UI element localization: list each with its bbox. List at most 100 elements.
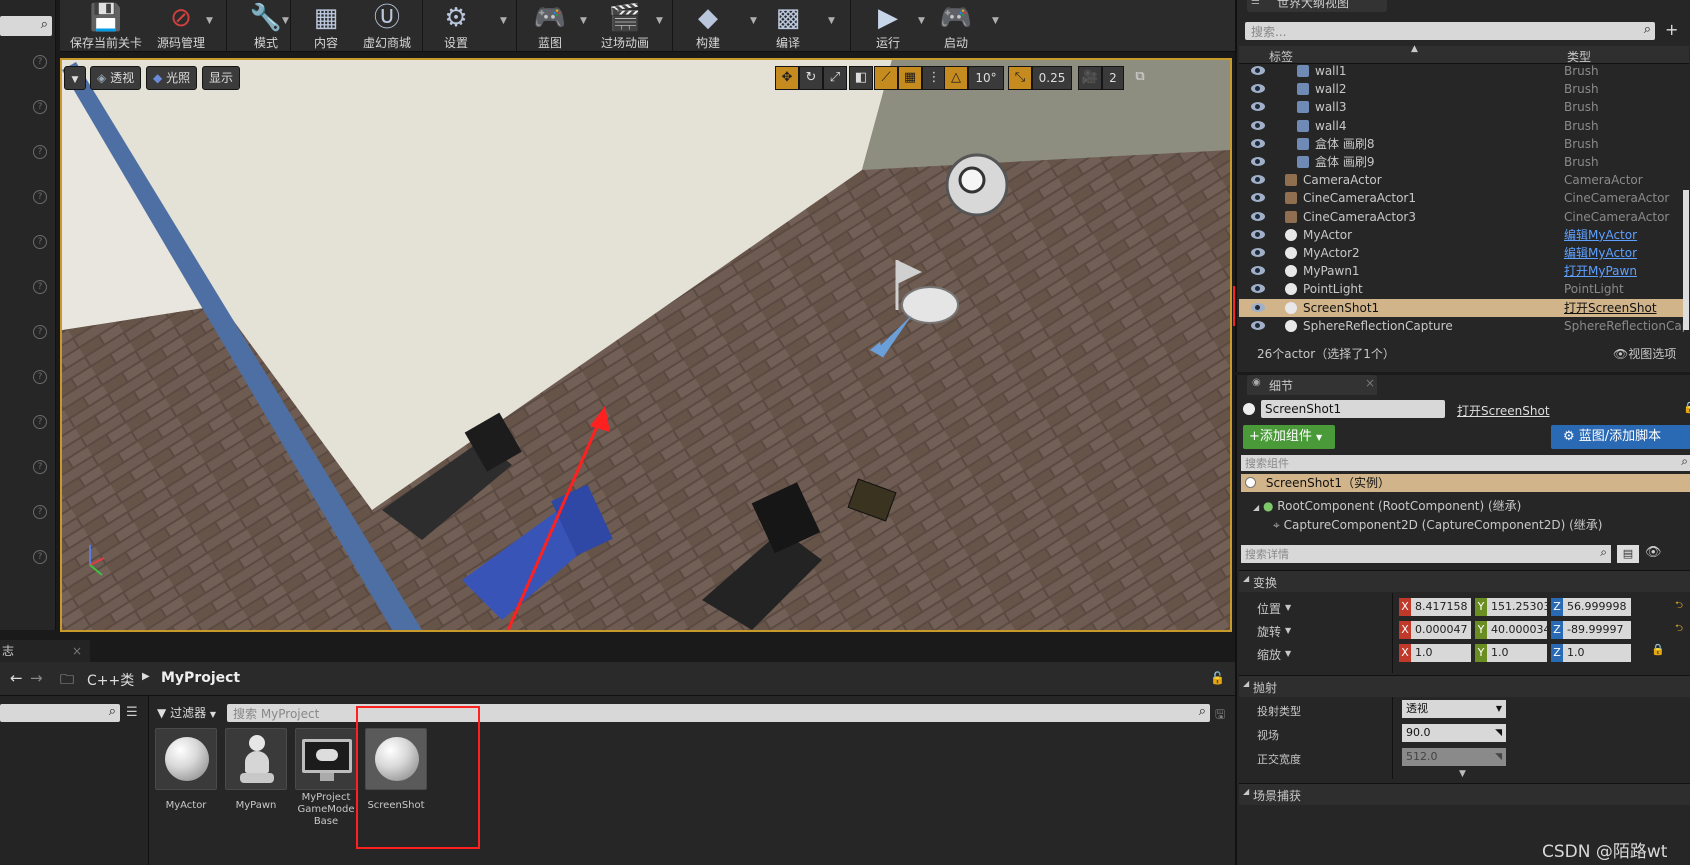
save-current-level-button[interactable]: 💾 保存当前关卡 (68, 0, 144, 52)
visibility-eye-icon[interactable] (1251, 120, 1265, 130)
outliner-row-type-link[interactable]: 打开ScreenShot (1564, 299, 1657, 317)
asset-tile[interactable]: MyPawn (224, 728, 288, 812)
scale-label[interactable]: 缩放 (1257, 646, 1281, 663)
modes-search-box[interactable]: ⌕ (0, 16, 52, 36)
view-options-button[interactable]: 👁视图选项 (1613, 345, 1676, 362)
chevron-down-icon[interactable]: ▼ (1285, 649, 1291, 658)
outliner-row[interactable]: ScreenShot1 打开ScreenShot (1239, 298, 1689, 317)
property-matrix-icon[interactable]: ▤ (1617, 545, 1639, 563)
help-icon[interactable]: ? (33, 550, 47, 564)
lock-icon[interactable]: 🔒 (1683, 401, 1690, 414)
scale-y-field[interactable]: 1.0 (1487, 644, 1547, 662)
outliner-row[interactable]: PointLight PointLight (1239, 280, 1689, 298)
component-tree-item[interactable]: ◢ ● RootComponent (RootComponent) (继承) (1253, 497, 1521, 514)
open-blueprint-link[interactable]: 打开ScreenShot (1457, 402, 1550, 419)
component-tree-item[interactable]: ⌖ CaptureComponent2D (CaptureComponent2D… (1273, 516, 1602, 533)
output-log-tab[interactable]: 志 × (0, 640, 90, 662)
lock-icon[interactable]: 🔒 (1651, 643, 1665, 656)
add-component-button[interactable]: +添加组件 ▼ (1243, 425, 1335, 449)
breadcrumb-root[interactable]: C++类 (87, 670, 134, 690)
eye-icon[interactable]: 👁 (1645, 545, 1662, 560)
grid-snap-button[interactable]: ▦ (898, 66, 922, 90)
modes-button[interactable]: 🔧 模式 (234, 0, 298, 52)
help-icon[interactable]: ? (33, 235, 47, 249)
location-z-field[interactable]: 56.999998 (1563, 598, 1631, 616)
outliner-row[interactable]: 盒体 画刷9 Brush (1239, 153, 1689, 171)
outliner-row-type-link[interactable]: 打开MyPawn (1564, 262, 1637, 280)
search-icon[interactable]: ⌕ (41, 17, 48, 32)
location-x-field[interactable]: 8.417158 (1411, 598, 1471, 616)
cinematics-button[interactable]: 🎬 过场动画 (590, 0, 660, 52)
chevron-down-icon[interactable]: ▼ (828, 16, 835, 26)
outliner-row[interactable]: wall4 Brush (1239, 117, 1689, 135)
lighting-mode-button[interactable]: ◆ 光照 (146, 66, 198, 90)
grid-size-button[interactable]: ⋮ (922, 66, 946, 90)
camera-speed-value[interactable]: 2 (1102, 66, 1124, 90)
help-icon[interactable]: ? (33, 415, 47, 429)
view-mode-button[interactable]: ◈ 透视 (90, 66, 142, 90)
filters-button[interactable]: ▼ 过滤器 ▼ (157, 704, 216, 722)
show-flags-button[interactable]: 显示 (202, 66, 241, 90)
help-icon[interactable]: ? (33, 55, 47, 69)
asset-tile[interactable]: MyActor (154, 728, 218, 812)
rotate-tool-button[interactable]: ↻ (799, 66, 823, 90)
visibility-eye-icon[interactable] (1251, 284, 1265, 294)
outliner-row[interactable]: CineCameraActor1 CineCameraActor (1239, 189, 1689, 207)
search-components-input[interactable]: 搜索组件 ⌕ (1241, 454, 1690, 471)
visibility-eye-icon[interactable] (1251, 302, 1265, 312)
outliner-scrollbar[interactable] (1683, 190, 1689, 330)
visibility-eye-icon[interactable] (1251, 266, 1265, 276)
help-icon[interactable]: ? (33, 460, 47, 474)
close-icon[interactable]: × (72, 640, 82, 662)
help-icon[interactable]: ? (33, 190, 47, 204)
help-icon[interactable]: ? (33, 145, 47, 159)
source-control-button[interactable]: ⊘ 源码管理 (148, 0, 214, 52)
chevron-down-icon[interactable]: ▼ (580, 16, 587, 26)
list-view-icon[interactable]: ☰ (126, 705, 138, 720)
chevron-down-icon[interactable]: ▼ (750, 16, 757, 26)
search-icon[interactable]: ⌕ (1644, 22, 1651, 37)
rotation-label[interactable]: 旋转 (1257, 623, 1281, 640)
back-arrow-icon[interactable]: ← (10, 669, 23, 687)
help-icon[interactable]: ? (33, 280, 47, 294)
chevron-down-icon[interactable]: ▼ (282, 16, 289, 26)
chevron-down-icon[interactable]: ▼ (206, 16, 213, 26)
help-icon[interactable]: ? (33, 370, 47, 384)
fov-field[interactable]: 90.0 ◥ (1402, 724, 1506, 742)
details-tab[interactable]: ◉ 细节 × (1247, 375, 1377, 395)
breadcrumb-current[interactable]: MyProject (161, 670, 240, 686)
visibility-eye-icon[interactable] (1251, 229, 1265, 239)
viewport-options-button[interactable]: ▼ (64, 66, 86, 90)
world-local-toggle-icon[interactable]: ◧ (849, 66, 873, 90)
help-icon[interactable]: ? (33, 505, 47, 519)
outliner-row[interactable]: MyActor2 编辑MyActor (1239, 244, 1689, 262)
visibility-eye-icon[interactable] (1251, 138, 1265, 148)
chevron-down-icon[interactable]: ▼ (656, 16, 663, 26)
expand-advanced-icon[interactable]: ▼ (1459, 769, 1466, 779)
sources-search-box[interactable]: ⌕ (0, 704, 120, 722)
chevron-down-icon[interactable]: ▼ (918, 16, 925, 26)
visibility-eye-icon[interactable] (1251, 320, 1265, 330)
asset-tile[interactable]: MyProject GameMode Base (294, 728, 358, 828)
rotation-snap-button[interactable]: △ (944, 66, 968, 90)
scene-capture-section-header[interactable]: ◢ 场景捕获 (1239, 783, 1690, 805)
outliner-row[interactable]: SphereReflectionCapture SphereReflectionC… (1239, 317, 1689, 332)
outliner-row[interactable]: CineCameraActor3 CineCameraActor (1239, 208, 1689, 226)
save-search-icon[interactable]: 🖫 (1215, 705, 1225, 726)
outliner-row[interactable]: 盒体 画刷8 Brush (1239, 135, 1689, 153)
scale-snap-value[interactable]: 0.25 (1032, 66, 1072, 90)
help-icon[interactable]: ? (33, 325, 47, 339)
search-details-input[interactable]: 搜索详情 ⌕ (1241, 545, 1611, 563)
outliner-row[interactable]: CameraActor CameraActor (1239, 171, 1689, 189)
ortho-width-field[interactable]: 512.0 ◥ (1402, 748, 1506, 766)
projection-type-select[interactable]: 透视 ▼ (1402, 700, 1506, 718)
forward-arrow-icon[interactable]: → (30, 669, 43, 687)
lock-icon[interactable]: 🔓 (1210, 671, 1225, 685)
search-icon[interactable]: ⌕ (1600, 545, 1607, 560)
rotation-y-field[interactable]: 40.000034 (1487, 621, 1547, 639)
visibility-eye-icon[interactable] (1251, 66, 1265, 75)
visibility-eye-icon[interactable] (1251, 84, 1265, 94)
rotation-x-field[interactable]: 0.000047 (1411, 621, 1471, 639)
outliner-row[interactable]: MyPawn1 打开MyPawn (1239, 262, 1689, 280)
scale-x-field[interactable]: 1.0 (1411, 644, 1471, 662)
